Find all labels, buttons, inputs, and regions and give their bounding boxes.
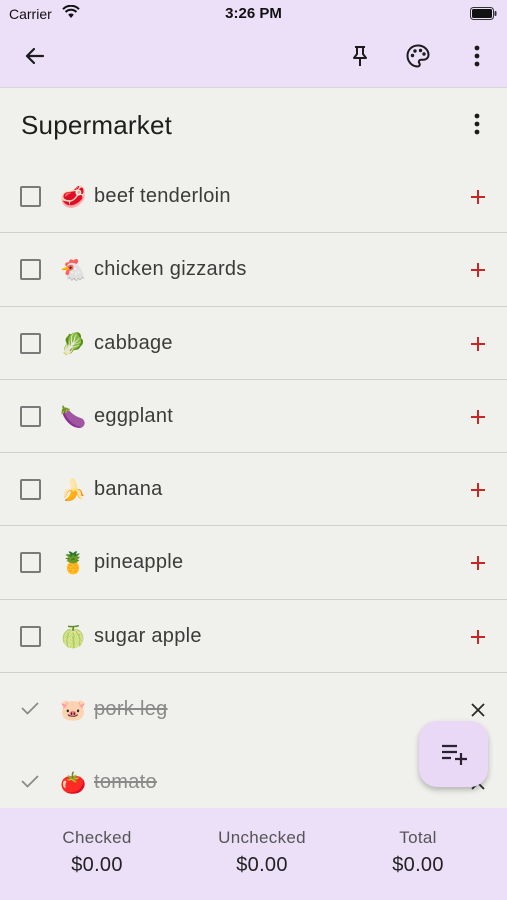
list-item[interactable]: 🍍 pineapple [0,526,507,600]
item-checkbox[interactable] [20,186,41,207]
plus-icon [471,336,485,351]
status-time: 3:26 PM [225,5,282,22]
item-checked-toggle[interactable] [20,773,42,793]
checkmark-icon [21,775,39,789]
item-emoji: 🐔 [60,258,87,283]
item-checkbox[interactable] [20,332,41,354]
item-name[interactable]: chicken gizzards [94,258,247,281]
item-checkbox[interactable] [20,625,41,647]
checked-label: Checked [62,828,132,847]
item-name[interactable]: tomato [94,771,157,794]
plus-icon [471,483,485,498]
item-emoji: 🥬 [60,331,87,356]
plus-icon [471,409,485,424]
app-bar [0,28,507,87]
add-quantity-button[interactable] [464,476,492,504]
item-checkbox[interactable] [20,405,41,427]
add-quantity-button[interactable] [464,183,492,211]
add-item-fab[interactable] [419,721,488,787]
shopping-list: 🥩 beef tenderloin 🐔 chicken gizzards 🥬 c… [0,160,507,820]
overflow-menu-button[interactable] [457,36,497,76]
item-name[interactable]: cabbage [94,332,173,355]
item-name[interactable]: pineapple [94,551,183,574]
item-emoji: 🍈 [60,624,87,649]
close-icon [471,703,485,717]
item-name[interactable]: eggplant [94,405,173,428]
unchecked-value: $0.00 [236,854,288,876]
item-checked-toggle[interactable] [20,700,42,720]
pin-button[interactable] [340,36,380,76]
unchecked-label: Unchecked [218,828,306,847]
add-quantity-button[interactable] [464,403,492,431]
item-name[interactable]: banana [94,478,163,501]
total-summary: Total $0.00 [338,828,498,877]
more-vert-icon [474,113,480,135]
total-label: Total [399,828,437,847]
total-value: $0.00 [392,854,444,876]
back-arrow-icon [25,47,45,65]
item-emoji: 🥩 [60,185,87,209]
list-item[interactable]: 🍆 eggplant [0,380,507,454]
item-checkbox[interactable] [20,479,41,501]
item-emoji: 🍅 [60,771,87,796]
item-emoji: 🍆 [60,404,87,429]
item-emoji: 🍌 [60,478,87,503]
status-bar: Carrier 3:26 PM [0,0,507,28]
pin-icon [353,46,367,66]
add-quantity-button[interactable] [464,623,492,651]
back-button[interactable] [15,36,55,76]
list-item[interactable]: 🥩 beef tenderloin [0,160,507,234]
list-options-button[interactable] [457,104,497,144]
plus-icon [471,190,485,204]
list-title: Supermarket [21,110,173,140]
summary-bar: Checked $0.00 Unchecked $0.00 Total $0.0… [0,808,507,900]
list-item[interactable]: 🐔 chicken gizzards [0,233,507,307]
item-name[interactable]: beef tenderloin [94,185,231,208]
checked-value: $0.00 [71,854,123,876]
list-item[interactable]: 🥬 cabbage [0,307,507,380]
plus-icon [471,556,485,571]
more-vert-icon [474,45,480,67]
palette-button[interactable] [398,36,438,76]
playlist-add-icon [441,744,467,765]
list-item[interactable]: 🍌 banana [0,453,507,527]
unchecked-summary: Unchecked $0.00 [182,828,342,877]
add-quantity-button[interactable] [464,256,492,284]
item-name[interactable]: sugar apple [94,625,202,648]
list-item[interactable]: 🍈 sugar apple [0,600,507,674]
battery-icon [470,7,497,24]
remove-item-button[interactable] [464,696,492,724]
plus-icon [471,629,485,644]
checked-summary: Checked $0.00 [17,828,177,877]
checkmark-icon [21,702,39,715]
plus-icon [471,263,485,278]
add-quantity-button[interactable] [464,549,492,577]
item-name[interactable]: pork leg [94,698,168,721]
item-checkbox[interactable] [20,552,41,574]
list-header: Supermarket [0,87,507,160]
palette-icon [406,44,430,68]
item-emoji: 🐷 [60,698,87,723]
item-emoji: 🍍 [60,551,87,576]
item-checkbox[interactable] [20,259,41,281]
add-quantity-button[interactable] [464,330,492,358]
